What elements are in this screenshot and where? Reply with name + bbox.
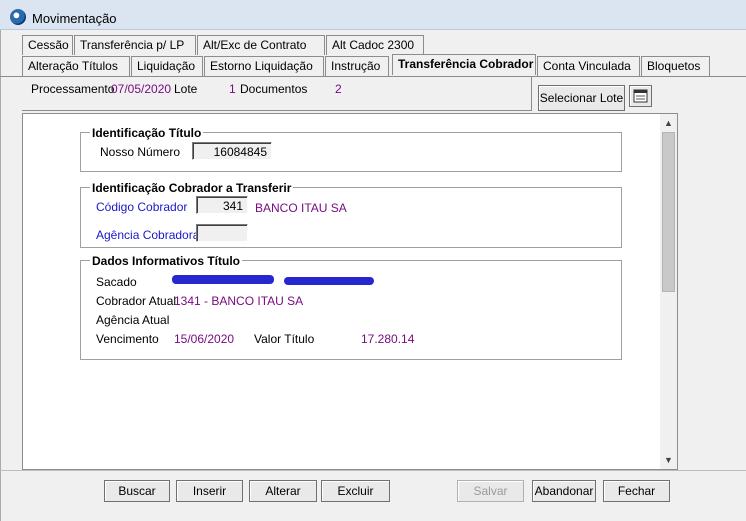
processamento-date: 07/05/2020: [111, 82, 172, 96]
nosso-numero-label: Nosso Número: [100, 145, 181, 159]
codigo-cobrador-field[interactable]: 341: [196, 196, 248, 214]
scroll-up-icon[interactable]: ▲: [660, 115, 677, 132]
sacado-redaction: [172, 275, 274, 284]
abandonar-button[interactable]: Abandonar: [532, 480, 596, 502]
identificacao-title: Identificação Título: [90, 126, 204, 140]
tab-estorno-liquidacao[interactable]: Estorno Liquidação: [204, 56, 324, 76]
agencia-atual-label: Agência Atual: [96, 313, 170, 327]
cobrador-title: Identificação Cobrador a Transferir: [90, 181, 294, 195]
processamento-label: Processamento: [31, 82, 115, 96]
tab-conta-vinculada[interactable]: Conta Vinculada: [537, 56, 640, 76]
excluir-button[interactable]: Excluir: [321, 480, 390, 502]
alterar-button[interactable]: Alterar: [249, 480, 317, 502]
inserir-button[interactable]: Inserir: [176, 480, 243, 502]
cobrador-atual-label: Cobrador Atual: [96, 294, 177, 308]
tab-alteracao-titulos[interactable]: Alteração Títulos: [22, 56, 130, 76]
codigo-cobrador-label: Código Cobrador: [96, 200, 188, 214]
documentos-label: Documentos: [240, 82, 308, 96]
lote-value: 1: [229, 82, 236, 96]
sacado-redaction-2: [284, 277, 374, 285]
buscar-button[interactable]: Buscar: [104, 480, 170, 502]
calendar-icon: [633, 89, 648, 103]
cobrador-atual-value: 1341 - BANCO ITAU SA: [174, 294, 304, 308]
dados-group: [80, 260, 622, 360]
salvar-button[interactable]: Salvar: [457, 480, 524, 502]
app-icon: [10, 9, 26, 25]
scroll-down-icon[interactable]: ▼: [660, 452, 677, 469]
agencia-cobradora-field[interactable]: [196, 224, 248, 242]
calendar-button[interactable]: [629, 85, 652, 107]
vencimento-label: Vencimento: [96, 332, 159, 346]
tab-transferencia-lp[interactable]: Transferência p/ LP: [74, 35, 196, 55]
tab-instrucao[interactable]: Instrução: [325, 56, 389, 76]
fechar-button[interactable]: Fechar: [603, 480, 670, 502]
valor-titulo-label: Valor Título: [254, 332, 315, 346]
documentos-value: 2: [335, 82, 342, 96]
lote-label: Lote: [174, 82, 198, 96]
selecionar-lote-button[interactable]: Selecionar Lote: [538, 85, 625, 111]
tab-cessao[interactable]: Cessão: [22, 35, 73, 55]
valor-titulo-value: 17.280.14: [361, 332, 415, 346]
tab-liquidacao[interactable]: Liquidação: [131, 56, 203, 76]
vencimento-value: 15/06/2020: [174, 332, 235, 346]
window-title: Movimentação: [32, 11, 117, 26]
tab-bloquetos[interactable]: Bloquetos: [641, 56, 710, 76]
tab-transferencia-cobrador[interactable]: Transferência Cobrador: [392, 54, 536, 75]
agencia-cobradora-label: Agência Cobradora: [96, 228, 200, 242]
tab-alt-exc-contrato[interactable]: Alt/Exc de Contrato: [197, 35, 325, 55]
nosso-numero-field[interactable]: 16084845: [192, 142, 272, 160]
banco-name: BANCO ITAU SA: [255, 201, 347, 215]
bottom-separator: [0, 470, 746, 471]
scrollbar-thumb[interactable]: [662, 132, 675, 292]
sacado-label: Sacado: [96, 275, 137, 289]
tab-alt-cadoc-2300[interactable]: Alt Cadoc 2300: [326, 35, 424, 55]
dados-title: Dados Informativos Título: [90, 254, 243, 268]
